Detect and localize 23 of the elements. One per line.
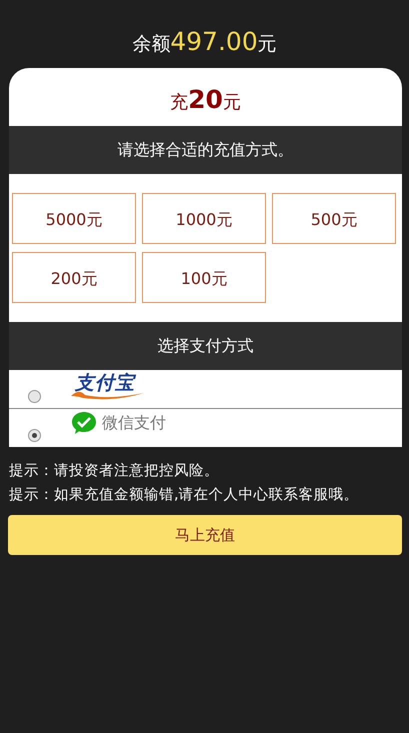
- amount-option[interactable]: 1000元: [142, 193, 266, 244]
- amount-option[interactable]: 500元: [272, 193, 396, 244]
- charge-unit: 元: [222, 91, 241, 114]
- wechat-pay-label: 微信支付: [102, 412, 166, 434]
- section-header: 选择支付方式: [9, 322, 402, 370]
- recharge-button[interactable]: 马上充值: [8, 515, 402, 555]
- radio-button[interactable]: [28, 428, 41, 442]
- payment-option[interactable]: 微信支付: [9, 409, 402, 447]
- payment-option[interactable]: 支付宝: [9, 370, 402, 409]
- alipay-logo: 支付宝: [69, 370, 141, 400]
- charge-prefix: 充: [170, 91, 188, 114]
- section-header: 请选择合适的充值方式。: [9, 126, 402, 174]
- amount-option[interactable]: 200元: [12, 252, 136, 303]
- amount-option[interactable]: 5000元: [12, 193, 136, 244]
- tip-text: 提示：请投资者注意把控风险。: [9, 462, 220, 481]
- balance-amount: 497.00: [170, 26, 258, 58]
- radio-button[interactable]: [28, 390, 41, 402]
- amount-option[interactable]: 100元: [142, 252, 266, 303]
- chat-bubble-icon: [71, 411, 97, 435]
- balance-label: 余额: [132, 32, 170, 57]
- tip-text: 提示：如果充值金额输错,请在个人中心联系客服哦。: [9, 486, 360, 505]
- balance-unit: 元: [258, 32, 277, 57]
- charge-amount: 20: [188, 85, 223, 114]
